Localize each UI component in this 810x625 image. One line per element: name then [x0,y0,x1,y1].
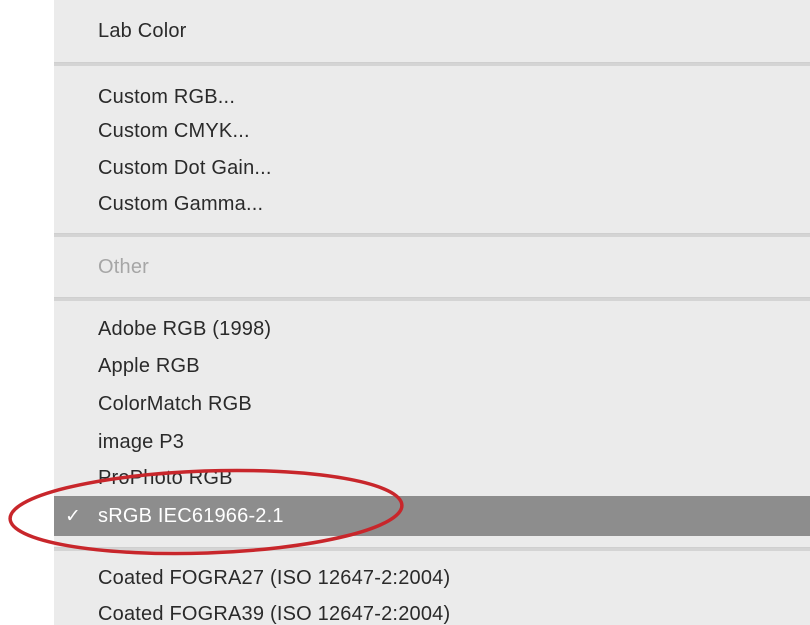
menu-header-other: Other [54,249,810,285]
menu-item-srgb[interactable]: ✓ sRGB IEC61966-2.1 [54,496,810,536]
menu-item-label: Custom RGB... [98,85,236,108]
checkmark-icon: ✓ [65,505,81,527]
color-profile-menu: Lab Color Custom RGB... Custom CMYK... C… [54,0,810,625]
menu-separator [54,547,810,551]
menu-item-label: image P3 [98,430,185,453]
menu-item-prophoto-rgb[interactable]: ProPhoto RGB [54,460,810,496]
menu-item-custom-dot-gain[interactable]: Custom Dot Gain... [54,150,810,186]
menu-item-coated-fogra27[interactable]: Coated FOGRA27 (ISO 12647-2:2004) [54,560,810,596]
menu-item-label: Coated FOGRA39 (ISO 12647-2:2004) [98,602,451,625]
menu-item-label: ProPhoto RGB [98,466,233,489]
menu-item-label: Lab Color [98,19,187,42]
menu-item-label: sRGB IEC61966-2.1 [98,504,284,527]
menu-item-apple-rgb[interactable]: Apple RGB [54,348,810,384]
menu-item-colormatch-rgb[interactable]: ColorMatch RGB [54,386,810,422]
menu-item-custom-rgb[interactable]: Custom RGB... [54,79,810,115]
menu-item-label: Apple RGB [98,354,200,377]
menu-item-label: Other [98,255,150,278]
menu-item-custom-cmyk[interactable]: Custom CMYK... [54,113,810,149]
menu-item-lab-color[interactable]: Lab Color [54,13,810,49]
menu-item-label: ColorMatch RGB [98,392,252,415]
menu-separator [54,233,810,237]
menu-item-label: Coated FOGRA27 (ISO 12647-2:2004) [98,566,451,589]
menu-item-coated-fogra39[interactable]: Coated FOGRA39 (ISO 12647-2:2004) [54,596,810,625]
menu-item-image-p3[interactable]: image P3 [54,424,810,460]
menu-item-label: Custom Gamma... [98,192,264,215]
menu-item-custom-gamma[interactable]: Custom Gamma... [54,186,810,222]
menu-item-label: Custom Dot Gain... [98,156,272,179]
menu-item-label: Custom CMYK... [98,119,250,142]
menu-separator [54,297,810,301]
menu-separator [54,62,810,66]
menu-item-label: Adobe RGB (1998) [98,317,272,340]
menu-item-adobe-rgb[interactable]: Adobe RGB (1998) [54,311,810,347]
